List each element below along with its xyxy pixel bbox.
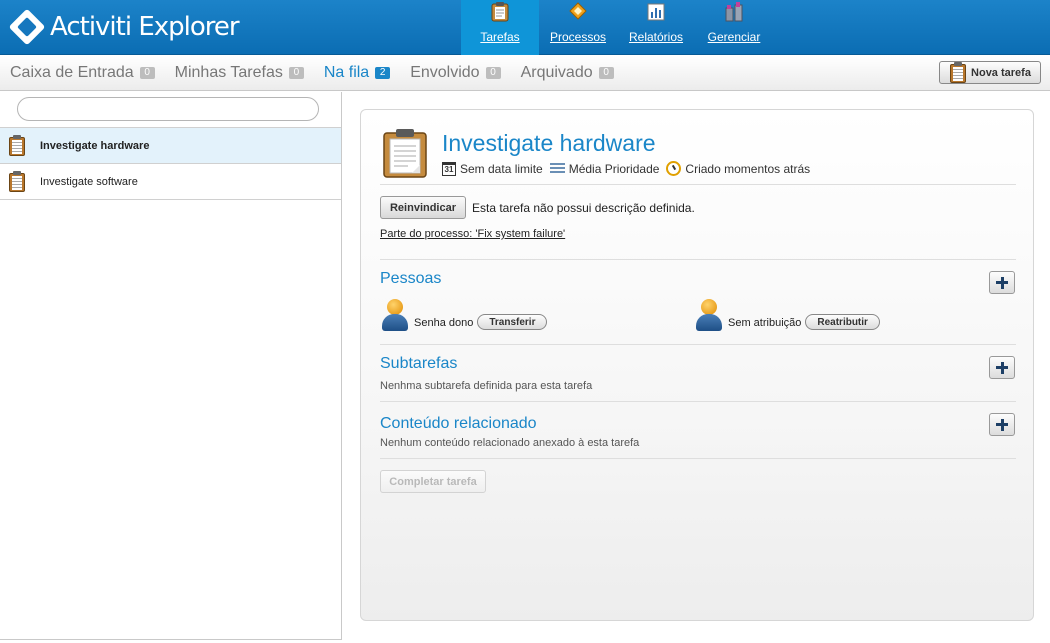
transfer-button[interactable]: Transferir: [477, 314, 548, 330]
task-filter-bar: Caixa de Entrada 0 Minhas Tarefas 0 Na f…: [0, 56, 1050, 91]
clipboard-icon: [8, 134, 26, 157]
task-list-item[interactable]: Investigate software: [0, 164, 341, 200]
divider: [380, 344, 1016, 345]
nav-tasks[interactable]: Tarefas: [461, 0, 539, 55]
user-icon: [696, 299, 722, 331]
tab-involved[interactable]: Envolvido 0: [410, 64, 501, 82]
tab-my-tasks-count: 0: [288, 67, 304, 79]
tab-archived[interactable]: Arquivado 0: [521, 64, 614, 82]
add-person-button[interactable]: [989, 271, 1015, 294]
task-title: Investigate hardware: [442, 130, 656, 156]
add-subtask-button[interactable]: [989, 356, 1015, 379]
priority[interactable]: Média Prioridade: [549, 161, 660, 176]
tab-inbox[interactable]: Caixa de Entrada 0: [10, 64, 155, 82]
nav-manage[interactable]: Gerenciar: [695, 0, 773, 55]
app-title: Activiti Explorer: [50, 12, 240, 42]
divider: [380, 184, 1016, 185]
tab-queued-count: 2: [375, 67, 391, 79]
priority-icon: [549, 163, 565, 174]
diamond-icon: [569, 2, 587, 20]
tab-archived-count: 0: [598, 67, 614, 79]
search-input[interactable]: [28, 98, 308, 120]
complete-task-button[interactable]: Completar tarefa: [380, 470, 486, 493]
clipboard-icon: [8, 170, 26, 193]
task-list: Investigate hardware Investigate softwar…: [0, 127, 341, 200]
subtasks-empty-text: Nenhma subtarefa definida para esta tare…: [380, 380, 593, 392]
search-box: [17, 97, 319, 121]
app-logo[interactable]: Activiti Explorer: [8, 8, 240, 46]
nav-reports[interactable]: Relatórios: [617, 0, 695, 55]
user-icon: [382, 299, 408, 331]
created-text: Criado momentos atrás: [685, 161, 811, 176]
assignee-label: Sem atribuição: [728, 317, 802, 329]
subtasks-section-title: Subtarefas: [380, 355, 458, 372]
chart-icon: [647, 3, 665, 21]
assignee-entry: Sem atribuição Reatributir: [696, 299, 880, 331]
clipboard-icon: [949, 61, 967, 84]
due-date[interactable]: 31 Sem data limite: [442, 161, 543, 176]
reassign-button[interactable]: Reatributir: [805, 314, 880, 330]
clipboard-icon: [491, 2, 509, 22]
task-list-item[interactable]: Investigate hardware: [0, 128, 341, 164]
owner-label: Senha dono: [414, 317, 474, 329]
divider: [380, 458, 1016, 459]
tab-involved-count: 0: [485, 67, 501, 79]
tab-involved-label: Envolvido: [410, 64, 480, 81]
task-description: Esta tarefa não possui descrição definid…: [472, 201, 695, 215]
priority-text: Média Prioridade: [568, 161, 660, 176]
process-link[interactable]: Parte do processo: 'Fix system failure': [380, 228, 565, 240]
task-meta: 31 Sem data limite Média Prioridade Cria…: [442, 161, 817, 176]
claim-button[interactable]: Reinvindicar: [380, 196, 466, 219]
divider: [380, 259, 1016, 260]
main-nav: Tarefas Processos Relatórios Gerenciar: [461, 0, 773, 55]
tab-inbox-label: Caixa de Entrada: [10, 64, 134, 81]
task-list-pane: Investigate hardware Investigate softwar…: [0, 92, 342, 640]
nav-tasks-label: Tarefas: [480, 30, 520, 44]
new-task-label: Nova tarefa: [971, 66, 1031, 79]
divider: [380, 401, 1016, 402]
related-section-title: Conteúdo relacionado: [380, 415, 537, 432]
task-detail-panel: Investigate hardware 31 Sem data limite …: [360, 109, 1034, 621]
people-icon: [725, 2, 743, 22]
nav-manage-label: Gerenciar: [707, 30, 761, 44]
people-section-title: Pessoas: [380, 270, 442, 287]
tab-my-tasks[interactable]: Minhas Tarefas 0: [175, 64, 304, 82]
tab-inbox-count: 0: [139, 67, 155, 79]
task-name: Investigate hardware: [40, 139, 150, 152]
new-task-button[interactable]: Nova tarefa: [939, 61, 1041, 84]
add-related-content-button[interactable]: [989, 413, 1015, 436]
owner-entry: Senha dono Transferir: [382, 299, 548, 331]
due-date-text: Sem data limite: [460, 161, 543, 176]
clipboard-icon: [383, 129, 427, 178]
tab-archived-label: Arquivado: [520, 64, 593, 81]
nav-reports-label: Relatórios: [628, 30, 684, 44]
tab-my-tasks-label: Minhas Tarefas: [174, 64, 283, 81]
clock-icon: [666, 161, 682, 176]
top-bar: Activiti Explorer Tarefas Processos Rela…: [0, 0, 1050, 55]
calendar-icon: 31: [442, 161, 456, 176]
tab-queued-label: Na fila: [323, 64, 370, 81]
activiti-logo-icon: [8, 8, 46, 46]
tab-queued[interactable]: Na fila 2: [323, 64, 391, 82]
related-empty-text: Nenhum conteúdo relacionado anexado à es…: [380, 437, 640, 449]
nav-processes[interactable]: Processos: [539, 0, 617, 55]
nav-processes-label: Processos: [549, 30, 607, 44]
task-name: Investigate software: [40, 175, 138, 188]
created-time: Criado momentos atrás: [666, 161, 810, 176]
task-filter-tabs: Caixa de Entrada 0 Minhas Tarefas 0 Na f…: [10, 64, 634, 82]
